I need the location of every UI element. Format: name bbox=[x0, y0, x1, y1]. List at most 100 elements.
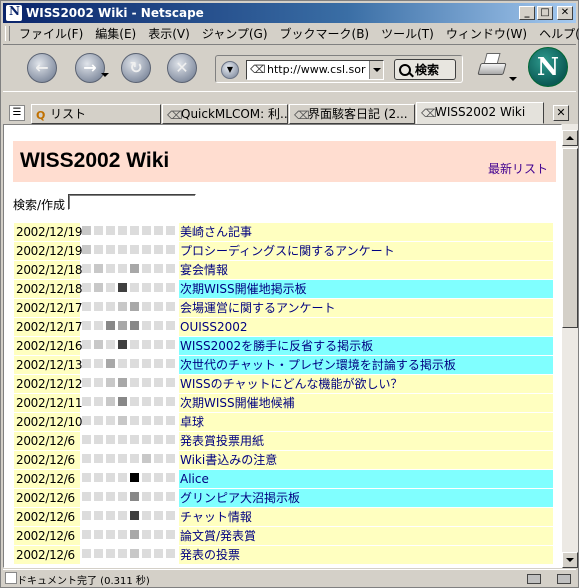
security-icon[interactable] bbox=[5, 572, 17, 584]
activity-square bbox=[118, 245, 127, 254]
activity-square bbox=[166, 511, 175, 520]
menu-go[interactable]: ジャンプ(G) bbox=[196, 25, 274, 42]
page-title: WISS2002 Wiki bbox=[20, 149, 170, 172]
activity-square bbox=[142, 397, 151, 406]
entry-title-link[interactable]: チャット情報 bbox=[179, 508, 553, 526]
entry-title-link[interactable]: OUISS2002 bbox=[179, 318, 553, 336]
back-arrow-icon: ← bbox=[35, 58, 49, 77]
url-menu-button[interactable]: ▼ bbox=[221, 61, 239, 79]
minimize-button[interactable]: _ bbox=[519, 6, 535, 20]
print-button[interactable] bbox=[477, 53, 509, 81]
activity-square bbox=[82, 530, 91, 539]
tab-group-icon[interactable]: ☰ bbox=[9, 105, 25, 121]
entry-title-link[interactable]: 美崎さん記事 bbox=[179, 223, 553, 241]
url-field[interactable]: ⌫ http://www.csl.sor bbox=[246, 60, 384, 80]
scroll-up-button[interactable] bbox=[562, 130, 578, 146]
list-item: 2002/12/6 チャット情報 bbox=[14, 508, 559, 527]
list-item: 2002/12/10 卓球 bbox=[14, 413, 559, 432]
tab-list[interactable]: Q リスト bbox=[31, 104, 161, 124]
activity-square bbox=[130, 283, 139, 292]
entry-title-link[interactable]: 次期WISS開催地候補 bbox=[179, 394, 553, 412]
activity-square bbox=[82, 511, 91, 520]
close-tab-icon[interactable]: ✕ bbox=[553, 105, 569, 121]
menu-view[interactable]: 表示(V) bbox=[142, 25, 196, 42]
tab-quickml[interactable]: ⌫ QuickMLCOM: 利... bbox=[162, 104, 288, 124]
search-icon bbox=[399, 63, 411, 76]
menu-help[interactable]: ヘルプ(H) bbox=[533, 25, 579, 42]
entry-title-link[interactable]: 次世代のチャット・プレゼン環境を討論する掲示板 bbox=[179, 356, 553, 374]
activity-square bbox=[118, 511, 127, 520]
entry-title-link[interactable]: プロシーディングスに関するアンケート bbox=[179, 242, 553, 260]
recent-list-link[interactable]: 最新リスト bbox=[488, 160, 548, 177]
activity-square bbox=[82, 378, 91, 387]
stop-button[interactable]: ✕ bbox=[167, 53, 197, 83]
entry-title-link[interactable]: グリンピア大沼掲示板 bbox=[179, 489, 553, 507]
vertical-scrollbar[interactable] bbox=[562, 124, 578, 568]
menu-file[interactable]: ファイル(F) bbox=[13, 25, 89, 42]
reload-icon: ↻ bbox=[129, 58, 143, 77]
printer-icon bbox=[477, 63, 507, 75]
activity-square bbox=[130, 264, 139, 273]
tab-wiss2002-wiki[interactable]: ⌫ WISS2002 Wiki bbox=[416, 102, 544, 124]
entry-date: 2002/12/10 bbox=[14, 413, 83, 431]
activity-square bbox=[154, 454, 163, 463]
activity-square bbox=[94, 283, 103, 292]
search-create-input[interactable] bbox=[68, 194, 196, 210]
menu-tools[interactable]: ツール(T) bbox=[375, 25, 440, 42]
entry-date: 2002/12/13 bbox=[14, 356, 83, 374]
scroll-thumb[interactable] bbox=[562, 148, 578, 328]
activity-square bbox=[166, 416, 175, 425]
online-status-icon[interactable] bbox=[527, 574, 541, 584]
entry-title-link[interactable]: 次期WISS開催地掲示板 bbox=[179, 280, 553, 298]
activity-square bbox=[82, 340, 91, 349]
entry-date: 2002/12/6 bbox=[14, 489, 80, 507]
activity-square bbox=[94, 397, 103, 406]
activity-square bbox=[130, 435, 139, 444]
entry-title-link[interactable]: 会場運営に関するアンケート bbox=[179, 299, 553, 317]
menu-window[interactable]: ウィンドウ(W) bbox=[440, 25, 533, 42]
activity-square bbox=[106, 416, 115, 425]
entry-title-link[interactable]: Alice bbox=[179, 470, 553, 488]
activity-square bbox=[118, 378, 127, 387]
activity-square bbox=[82, 435, 91, 444]
menu-bookmarks[interactable]: ブックマーク(B) bbox=[274, 25, 376, 42]
netscape-logo[interactable]: N bbox=[528, 47, 568, 87]
component-bar-icon[interactable] bbox=[557, 574, 571, 584]
page-icon: ⌫ bbox=[167, 109, 183, 122]
page-proxy-icon[interactable]: ⌫ bbox=[250, 63, 266, 77]
search-button[interactable]: 検索 bbox=[394, 59, 456, 80]
activity-square bbox=[82, 454, 91, 463]
activity-square bbox=[106, 359, 115, 368]
forward-button[interactable]: → bbox=[75, 53, 105, 83]
forward-history-dropdown-icon[interactable] bbox=[101, 73, 109, 77]
activity-square bbox=[142, 302, 151, 311]
activity-square bbox=[118, 302, 127, 311]
activity-square bbox=[130, 454, 139, 463]
close-window-button[interactable]: ✕ bbox=[557, 6, 573, 20]
activity-square bbox=[94, 511, 103, 520]
activity-square bbox=[142, 245, 151, 254]
scroll-down-button[interactable] bbox=[562, 552, 578, 568]
entry-title-link[interactable]: 卓球 bbox=[179, 413, 553, 431]
entry-title-link[interactable]: WISSのチャットにどんな機能が欲しい？ bbox=[179, 375, 553, 393]
menu-edit[interactable]: 編集(E) bbox=[89, 25, 142, 42]
activity-square bbox=[94, 530, 103, 539]
entry-title-link[interactable]: 発表賞投票用紙 bbox=[179, 432, 553, 450]
back-button[interactable]: ← bbox=[27, 53, 57, 83]
activity-square bbox=[154, 492, 163, 501]
tab-diary[interactable]: ⌫ 界面駭客日記 (2... bbox=[289, 104, 415, 124]
activity-square bbox=[142, 226, 151, 235]
maximize-button[interactable]: □ bbox=[537, 6, 553, 20]
entry-title-link[interactable]: 論文賞/発表賞 bbox=[179, 527, 553, 545]
entry-title-link[interactable]: 発表の投票 bbox=[179, 546, 553, 564]
reload-button[interactable]: ↻ bbox=[121, 53, 151, 83]
print-dropdown-icon[interactable] bbox=[509, 77, 517, 81]
entry-title-link[interactable]: WISS2002を勝手に反省する掲示板 bbox=[179, 337, 553, 355]
entry-title-link[interactable]: 宴会情報 bbox=[179, 261, 553, 279]
url-history-dropdown[interactable] bbox=[369, 61, 383, 79]
netscape-app-icon bbox=[6, 4, 22, 21]
entry-title-link[interactable]: Wiki書込みの注意 bbox=[179, 451, 553, 469]
activity-indicator bbox=[82, 378, 178, 390]
activity-square bbox=[106, 226, 115, 235]
activity-square bbox=[82, 359, 91, 368]
